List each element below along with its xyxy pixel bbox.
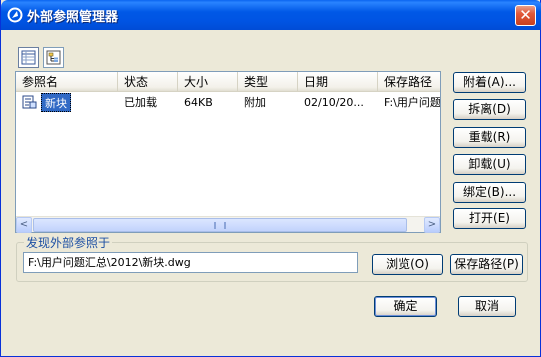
cancel-button[interactable]: 取消 bbox=[458, 296, 516, 317]
xref-manager-dialog: 外部参照管理器 ✕ 参照名 状态 大小 类型 日期 保存路径 新块 已加载 64… bbox=[0, 0, 541, 357]
save-path-button[interactable]: 保存路径(P) bbox=[450, 254, 523, 275]
xref-list[interactable]: 参照名 状态 大小 类型 日期 保存路径 新块 已加载 64KB 附加 02/1… bbox=[15, 71, 441, 233]
close-button[interactable]: ✕ bbox=[515, 5, 536, 26]
table-row[interactable]: 新块 已加载 64KB 附加 02/10/20... F:\用户问题... bbox=[16, 93, 440, 112]
cell-status: 已加载 bbox=[124, 96, 157, 109]
close-icon: ✕ bbox=[519, 6, 532, 24]
horizontal-scrollbar[interactable]: < > bbox=[16, 216, 440, 233]
chevron-right-icon: > bbox=[427, 219, 437, 230]
list-header: 参照名 状态 大小 类型 日期 保存路径 bbox=[16, 72, 440, 92]
title-bar[interactable]: 外部参照管理器 ✕ bbox=[1, 0, 541, 30]
found-at-label: 发现外部参照于 bbox=[24, 234, 113, 251]
scroll-right-button[interactable]: > bbox=[424, 217, 440, 233]
ok-button[interactable]: 确定 bbox=[374, 296, 437, 317]
scroll-left-button[interactable]: < bbox=[16, 217, 32, 233]
scrollbar-thumb[interactable] bbox=[33, 218, 407, 232]
cell-name[interactable]: 新块 bbox=[41, 93, 71, 112]
found-at-path-field[interactable]: F:\用户问题汇总\2012\新块.dwg bbox=[23, 252, 358, 273]
bind-button[interactable]: 绑定(B)... bbox=[453, 182, 526, 203]
tree-view-icon bbox=[46, 50, 61, 65]
cell-type: 附加 bbox=[244, 96, 266, 109]
window-title: 外部参照管理器 bbox=[27, 10, 119, 25]
browse-button[interactable]: 浏览(O) bbox=[372, 254, 443, 275]
unload-button[interactable]: 卸载(U) bbox=[453, 154, 526, 175]
chevron-left-icon: < bbox=[19, 219, 29, 230]
list-view-button[interactable] bbox=[18, 47, 39, 68]
cell-date: 02/10/20... bbox=[304, 96, 364, 109]
column-header-status[interactable]: 状态 bbox=[118, 72, 178, 92]
column-header-path[interactable]: 保存路径 bbox=[378, 72, 440, 92]
reload-button[interactable]: 重载(R) bbox=[453, 127, 526, 148]
column-header-name[interactable]: 参照名 bbox=[16, 72, 118, 92]
column-header-type[interactable]: 类型 bbox=[238, 72, 298, 92]
cell-path: F:\用户问题... bbox=[384, 96, 440, 109]
app-icon bbox=[7, 7, 23, 23]
column-header-size[interactable]: 大小 bbox=[178, 72, 238, 92]
open-button[interactable]: 打开(E) bbox=[453, 208, 526, 229]
attach-button[interactable]: 附着(A)... bbox=[453, 72, 526, 93]
column-header-date[interactable]: 日期 bbox=[298, 72, 378, 92]
block-reference-icon bbox=[22, 95, 37, 109]
grip-icon bbox=[214, 222, 226, 229]
tree-view-button[interactable] bbox=[43, 47, 64, 68]
cell-size: 64KB bbox=[184, 96, 213, 109]
detach-button[interactable]: 拆离(D) bbox=[453, 99, 526, 120]
list-view-icon bbox=[21, 50, 36, 65]
